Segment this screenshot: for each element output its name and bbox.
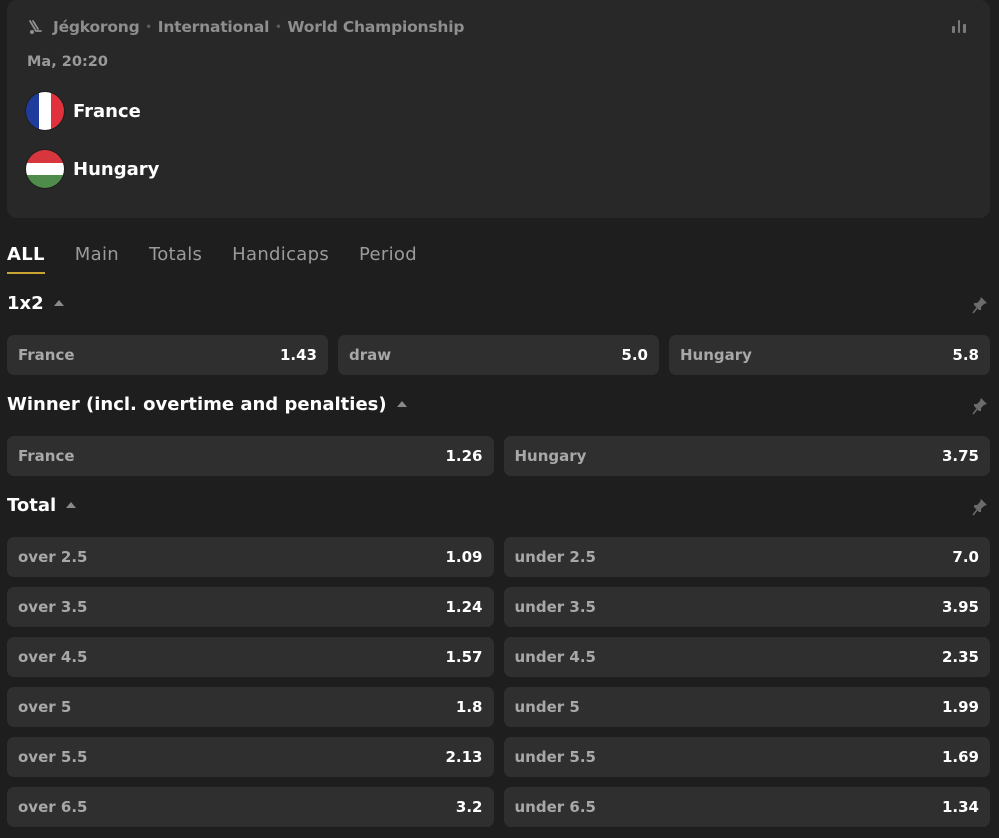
odd-button[interactable]: Hungary 5.8 (669, 335, 990, 375)
market-1x2-odds: France 1.43 draw 5.0 Hungary 5.8 (7, 335, 990, 375)
tab-totals[interactable]: Totals (149, 244, 202, 272)
breadcrumb-sport[interactable]: Jégkorong (53, 18, 140, 36)
odd-label: over 2.5 (18, 548, 88, 566)
odd-button[interactable]: over 2.5 1.09 (7, 537, 494, 577)
odd-button[interactable]: draw 5.0 (338, 335, 659, 375)
odd-label: under 2.5 (514, 548, 596, 566)
odd-button[interactable]: France 1.43 (7, 335, 328, 375)
odd-value: 1.24 (445, 598, 483, 616)
france-flag-icon (26, 92, 64, 130)
statistics-icon[interactable] (952, 19, 968, 33)
odd-label: under 5 (514, 698, 580, 716)
odd-label: over 5 (18, 698, 72, 716)
market-total-row: over 4.5 1.57 under 4.5 2.35 (7, 637, 990, 677)
breadcrumb-category[interactable]: International (158, 18, 270, 36)
odd-label: under 4.5 (514, 648, 596, 666)
market-tabs: ALL Main Totals Handicaps Period (7, 244, 417, 274)
home-team: France (26, 92, 141, 130)
odd-label: France (18, 447, 75, 465)
market-total-row: over 3.5 1.24 under 3.5 3.95 (7, 587, 990, 627)
collapse-caret-icon[interactable] (53, 299, 64, 306)
odd-value: 1.43 (279, 346, 317, 364)
hungary-flag-icon (26, 150, 64, 188)
odd-value: 3.75 (941, 447, 979, 465)
odd-value: 5.0 (621, 346, 648, 364)
tab-main[interactable]: Main (75, 244, 119, 272)
hockey-icon (28, 19, 44, 35)
odd-value: 2.35 (941, 648, 979, 666)
collapse-caret-icon[interactable] (66, 501, 77, 508)
market-title: Winner (incl. overtime and penalties) (7, 394, 387, 415)
match-time: Ma, 20:20 (27, 54, 108, 70)
away-team-name: Hungary (73, 158, 160, 180)
breadcrumb: Jégkorong • International • World Champi… (28, 17, 464, 37)
odd-value: 1.09 (445, 548, 483, 566)
odd-button[interactable]: under 4.5 2.35 (503, 637, 990, 677)
odd-value: 1.69 (941, 748, 979, 766)
market-total-header[interactable]: Total (7, 495, 77, 516)
market-total-row: over 5 1.8 under 5 1.99 (7, 687, 990, 727)
odd-label: over 4.5 (18, 648, 88, 666)
breadcrumb-league[interactable]: World Championship (287, 18, 464, 36)
odd-value: 1.34 (941, 798, 979, 816)
odd-button[interactable]: over 4.5 1.57 (7, 637, 494, 677)
odd-value: 3.2 (455, 798, 483, 816)
collapse-caret-icon[interactable] (396, 400, 407, 407)
odd-label: over 5.5 (18, 748, 88, 766)
odd-button[interactable]: Hungary 3.75 (503, 436, 990, 476)
odd-button[interactable]: over 6.5 3.2 (7, 787, 494, 827)
tab-all[interactable]: ALL (7, 244, 45, 274)
market-total-row: over 6.5 3.2 under 6.5 1.34 (7, 787, 990, 827)
odd-button[interactable]: under 6.5 1.34 (503, 787, 990, 827)
odd-label: over 3.5 (18, 598, 88, 616)
market-title: Total (7, 495, 57, 516)
odd-value: 5.8 (952, 346, 979, 364)
odd-label: over 6.5 (18, 798, 88, 816)
pin-icon[interactable] (972, 498, 988, 516)
odd-value: 3.95 (941, 598, 979, 616)
odd-label: Hungary (514, 447, 587, 465)
odd-label: draw (349, 346, 392, 364)
odd-button[interactable]: over 5 1.8 (7, 687, 494, 727)
market-total-row: over 2.5 1.09 under 2.5 7.0 (7, 537, 990, 577)
odd-label: France (18, 346, 75, 364)
odd-label: under 5.5 (514, 748, 596, 766)
odd-label: Hungary (680, 346, 752, 364)
market-1x2-header[interactable]: 1x2 (7, 293, 64, 314)
market-winner-odds: France 1.26 Hungary 3.75 (7, 436, 990, 476)
odd-button[interactable]: France 1.26 (7, 436, 494, 476)
away-team: Hungary (26, 150, 159, 188)
odd-button[interactable]: over 5.5 2.13 (7, 737, 494, 777)
pin-icon[interactable] (972, 296, 988, 314)
odd-value: 1.8 (455, 698, 483, 716)
market-winner-header[interactable]: Winner (incl. overtime and penalties) (7, 394, 407, 415)
odd-value: 1.99 (941, 698, 979, 716)
pin-icon[interactable] (972, 397, 988, 415)
odd-button[interactable]: under 5.5 1.69 (503, 737, 990, 777)
breadcrumb-separator: • (275, 21, 282, 33)
odd-label: under 6.5 (514, 798, 596, 816)
market-title: 1x2 (7, 293, 44, 314)
odd-button[interactable]: under 5 1.99 (503, 687, 990, 727)
odd-button[interactable]: over 3.5 1.24 (7, 587, 494, 627)
odd-value: 2.13 (445, 748, 483, 766)
breadcrumb-separator: • (145, 21, 152, 33)
tab-period[interactable]: Period (359, 244, 417, 272)
odd-button[interactable]: under 2.5 7.0 (503, 537, 990, 577)
odd-button[interactable]: under 3.5 3.95 (503, 587, 990, 627)
tab-handicaps[interactable]: Handicaps (232, 244, 329, 272)
odd-value: 1.57 (445, 648, 483, 666)
odd-value: 1.26 (445, 447, 483, 465)
home-team-name: France (73, 100, 141, 122)
odd-value: 7.0 (952, 548, 979, 566)
market-total-row: over 5.5 2.13 under 5.5 1.69 (7, 737, 990, 777)
event-header-card: Jégkorong • International • World Champi… (7, 0, 990, 218)
odd-label: under 3.5 (514, 598, 596, 616)
